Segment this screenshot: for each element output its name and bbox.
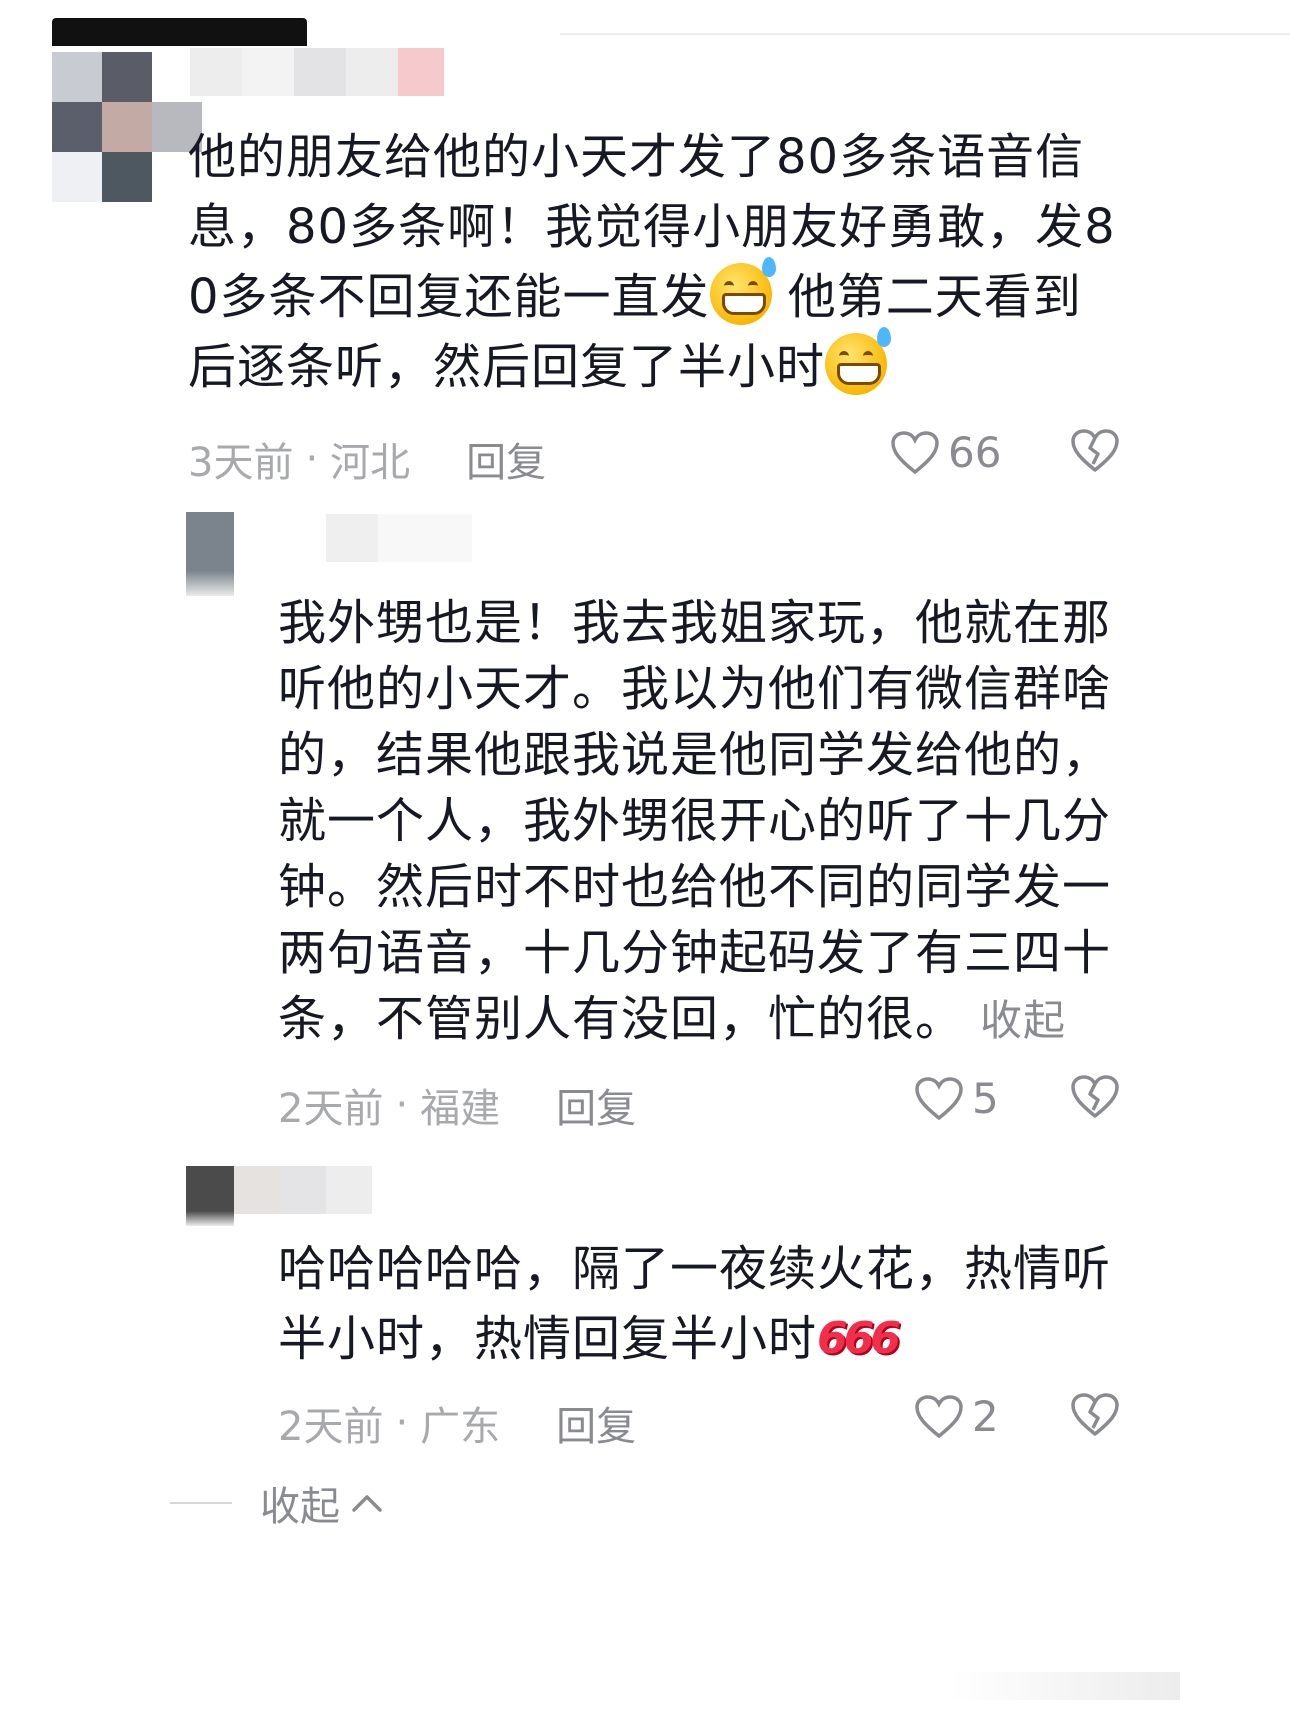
dislike-button[interactable] [1070, 1074, 1120, 1124]
divider [170, 1502, 232, 1504]
comment-text: 哈哈哈哈哈，隔了一夜续火花，热情听半小时，热情回复半小时666 [278, 1234, 1138, 1374]
comment-text: 他的朋友给他的小天才发了80多条语音信息，80多条啊！我觉得小朋友好勇敢，发80… [188, 129, 1116, 395]
heart-outline-icon [891, 430, 939, 474]
reply-button[interactable]: 回复 [466, 430, 546, 488]
comment-time: 2天前 [278, 1404, 384, 1450]
reply-button[interactable]: 回复 [556, 1076, 636, 1134]
comment-meta: 3天前 · 河北 回复 [188, 430, 546, 488]
avatar[interactable] [52, 8, 307, 204]
broken-heart-icon [1071, 1075, 1119, 1118]
like-count: 5 [972, 1074, 999, 1123]
comment-region: 福建 [420, 1086, 501, 1132]
chevron-up-icon [352, 1495, 382, 1512]
broken-heart-icon [1071, 1393, 1119, 1436]
username-redacted[interactable] [234, 1166, 372, 1214]
username-redacted[interactable] [326, 514, 472, 562]
avatar[interactable] [186, 1166, 234, 1226]
heart-outline-icon [915, 1394, 963, 1438]
broken-heart-icon [1071, 429, 1119, 472]
comment-meta: 2天前 · 福建 回复 [278, 1076, 636, 1134]
666-sticker: 666 [817, 1313, 901, 1364]
like-button[interactable]: 2 [914, 1392, 999, 1441]
grinning-sweat-emoji [709, 257, 776, 325]
comment-time: 3天前 [188, 440, 294, 486]
username-redacted[interactable] [190, 48, 444, 96]
reply-button[interactable]: 回复 [556, 1394, 636, 1452]
comment-time: 2天前 [278, 1086, 384, 1132]
heart-outline-icon [915, 1076, 963, 1120]
collapse-link[interactable]: 收起 [980, 996, 1066, 1045]
comment-region: 广东 [420, 1404, 501, 1450]
comment-meta: 2天前 · 广东 回复 [278, 1394, 636, 1452]
like-button[interactable]: 66 [890, 428, 1001, 477]
dislike-button[interactable] [1070, 1392, 1120, 1442]
comment-region: 河北 [330, 440, 411, 486]
collapse-label: 收起 [260, 1484, 340, 1530]
like-count: 66 [948, 428, 1002, 477]
dislike-button[interactable] [1070, 428, 1120, 478]
like-button[interactable]: 5 [914, 1074, 999, 1123]
bottom-edge-shadow [950, 1672, 1180, 1700]
comment-text: 我外甥也是！我去我姐家玩，他就在那听他的小天才。我以为他们有微信群啥的，结果他跟… [278, 595, 1112, 1047]
like-count: 2 [972, 1392, 999, 1441]
top-divider [560, 33, 1290, 35]
grinning-sweat-emoji [825, 327, 892, 395]
collapse-replies[interactable]: 收起 [170, 1474, 384, 1532]
avatar[interactable] [186, 512, 234, 596]
